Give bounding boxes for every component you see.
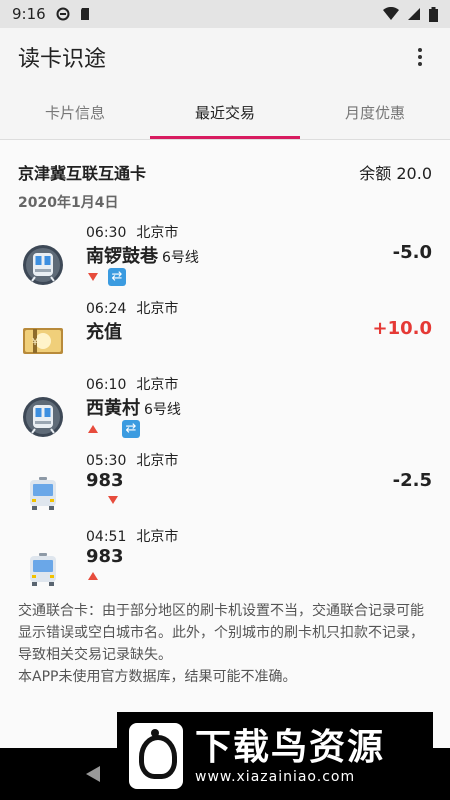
transaction-date: 2020年1月4日	[18, 195, 119, 211]
app-bar: 读卡识途	[0, 28, 450, 86]
tab-monthly-discounts[interactable]: 月度优惠	[300, 86, 450, 139]
back-icon[interactable]	[86, 766, 100, 782]
transfer-icon: ⇄	[122, 420, 140, 438]
card-balance: 余额 20.0	[359, 164, 432, 183]
transaction-flags: ⇄	[88, 420, 140, 438]
tab-bar: 卡片信息 最近交易 月度优惠	[0, 86, 450, 140]
transaction-time: 05:30	[86, 453, 127, 469]
status-bar: 9:16	[0, 0, 450, 28]
exit-arrow-icon	[108, 496, 118, 504]
transaction-row[interactable]: 05:30 北京市 983 -2.5	[0, 450, 450, 526]
transaction-amount: -2.5	[392, 470, 432, 491]
more-options-icon[interactable]	[408, 45, 432, 69]
transaction-time: 06:30	[86, 225, 127, 241]
status-time: 9:16	[12, 5, 46, 23]
transaction-row[interactable]: 04:51 北京市 983	[0, 526, 450, 602]
transaction-flags: ⇄	[88, 268, 126, 286]
disclaimer-accuracy: 本APP未使用官方数据库，结果可能不准确。	[18, 669, 297, 685]
transaction-row[interactable]: ¥ 06:24 北京市 充值 +10.0	[0, 298, 450, 374]
transaction-city: 北京市	[136, 301, 179, 317]
transaction-city: 北京市	[136, 377, 179, 393]
transaction-station: 充值	[86, 318, 122, 344]
transaction-meta: 06:10 北京市	[86, 374, 178, 394]
transaction-meta: 06:30 北京市	[86, 222, 178, 242]
transaction-time: 06:24	[86, 301, 127, 317]
transaction-meta: 06:24 北京市	[86, 298, 178, 318]
bus-icon	[30, 477, 56, 510]
tab-recent-transactions[interactable]: 最近交易	[150, 86, 300, 139]
watermark-title: 下载鸟资源	[195, 727, 386, 768]
sd-card-icon	[80, 8, 89, 20]
svg-text:¥: ¥	[32, 337, 38, 348]
transaction-time: 04:51	[86, 529, 127, 545]
route-number: 983	[86, 546, 124, 567]
watermark-url: www.xiazainiao.com	[195, 769, 356, 785]
transfer-icon: ⇄	[108, 268, 126, 286]
money-icon: ¥	[23, 328, 63, 354]
signal-icon	[408, 8, 420, 20]
transaction-flags	[88, 572, 98, 580]
station-name: 充值	[86, 322, 122, 343]
transaction-row[interactable]: 06:10 北京市 西黄村 6号线 ⇄	[0, 374, 450, 450]
transaction-station: 南锣鼓巷 6号线	[86, 242, 199, 268]
transaction-station: 983	[86, 546, 124, 567]
transactions-panel: 京津冀互联互通卡 余额 20.0 2020年1月4日 06:30 北京市 南锣鼓巷…	[0, 140, 450, 748]
transaction-city: 北京市	[136, 529, 179, 545]
card-header: 京津冀互联互通卡 余额 20.0	[18, 160, 432, 184]
watermark-text: 下载鸟资源 www.xiazainiao.com	[195, 727, 385, 785]
line-name: 6号线	[144, 402, 181, 418]
station-name: 西黄村	[86, 398, 140, 419]
entry-arrow-icon	[88, 425, 98, 433]
disclaimer-text: 交通联合卡：由于部分地区的刷卡机设置不当，交通联合记录可能显示错误或空白城市名。…	[18, 603, 424, 663]
transaction-meta: 04:51 北京市	[86, 526, 178, 546]
watermark-logo: 下载鸟资源 www.xiazainiao.com	[117, 712, 433, 800]
battery-icon	[429, 6, 438, 22]
card-name: 京津冀互联互通卡	[18, 164, 147, 183]
transaction-amount: -5.0	[392, 242, 432, 263]
route-number: 983	[86, 470, 124, 491]
tab-card-info[interactable]: 卡片信息	[0, 86, 150, 139]
station-name: 南锣鼓巷	[86, 246, 158, 267]
transaction-amount: +10.0	[372, 318, 433, 339]
transaction-station: 983	[86, 470, 124, 491]
transaction-meta: 05:30 北京市	[86, 450, 178, 470]
entry-arrow-icon	[88, 572, 98, 580]
disclaimer-note: 交通联合卡：由于部分地区的刷卡机设置不当，交通联合记录可能显示错误或空白城市名。…	[18, 600, 434, 688]
line-name: 6号线	[162, 250, 199, 266]
transaction-flags	[108, 496, 118, 504]
transaction-station: 西黄村 6号线	[86, 394, 181, 420]
transaction-city: 北京市	[136, 453, 179, 469]
transaction-row[interactable]: 06:30 北京市 南锣鼓巷 6号线 ⇄ -5.0	[0, 222, 450, 298]
exit-arrow-icon	[88, 273, 98, 281]
do-not-disturb-icon	[56, 7, 70, 21]
bus-icon	[30, 553, 56, 586]
metro-icon	[23, 397, 63, 437]
transaction-time: 06:10	[86, 377, 127, 393]
transaction-city: 北京市	[136, 225, 179, 241]
app-title: 读卡识途	[18, 47, 107, 72]
metro-icon	[23, 245, 63, 285]
bird-logo-icon	[129, 723, 183, 789]
wifi-icon	[383, 7, 399, 20]
